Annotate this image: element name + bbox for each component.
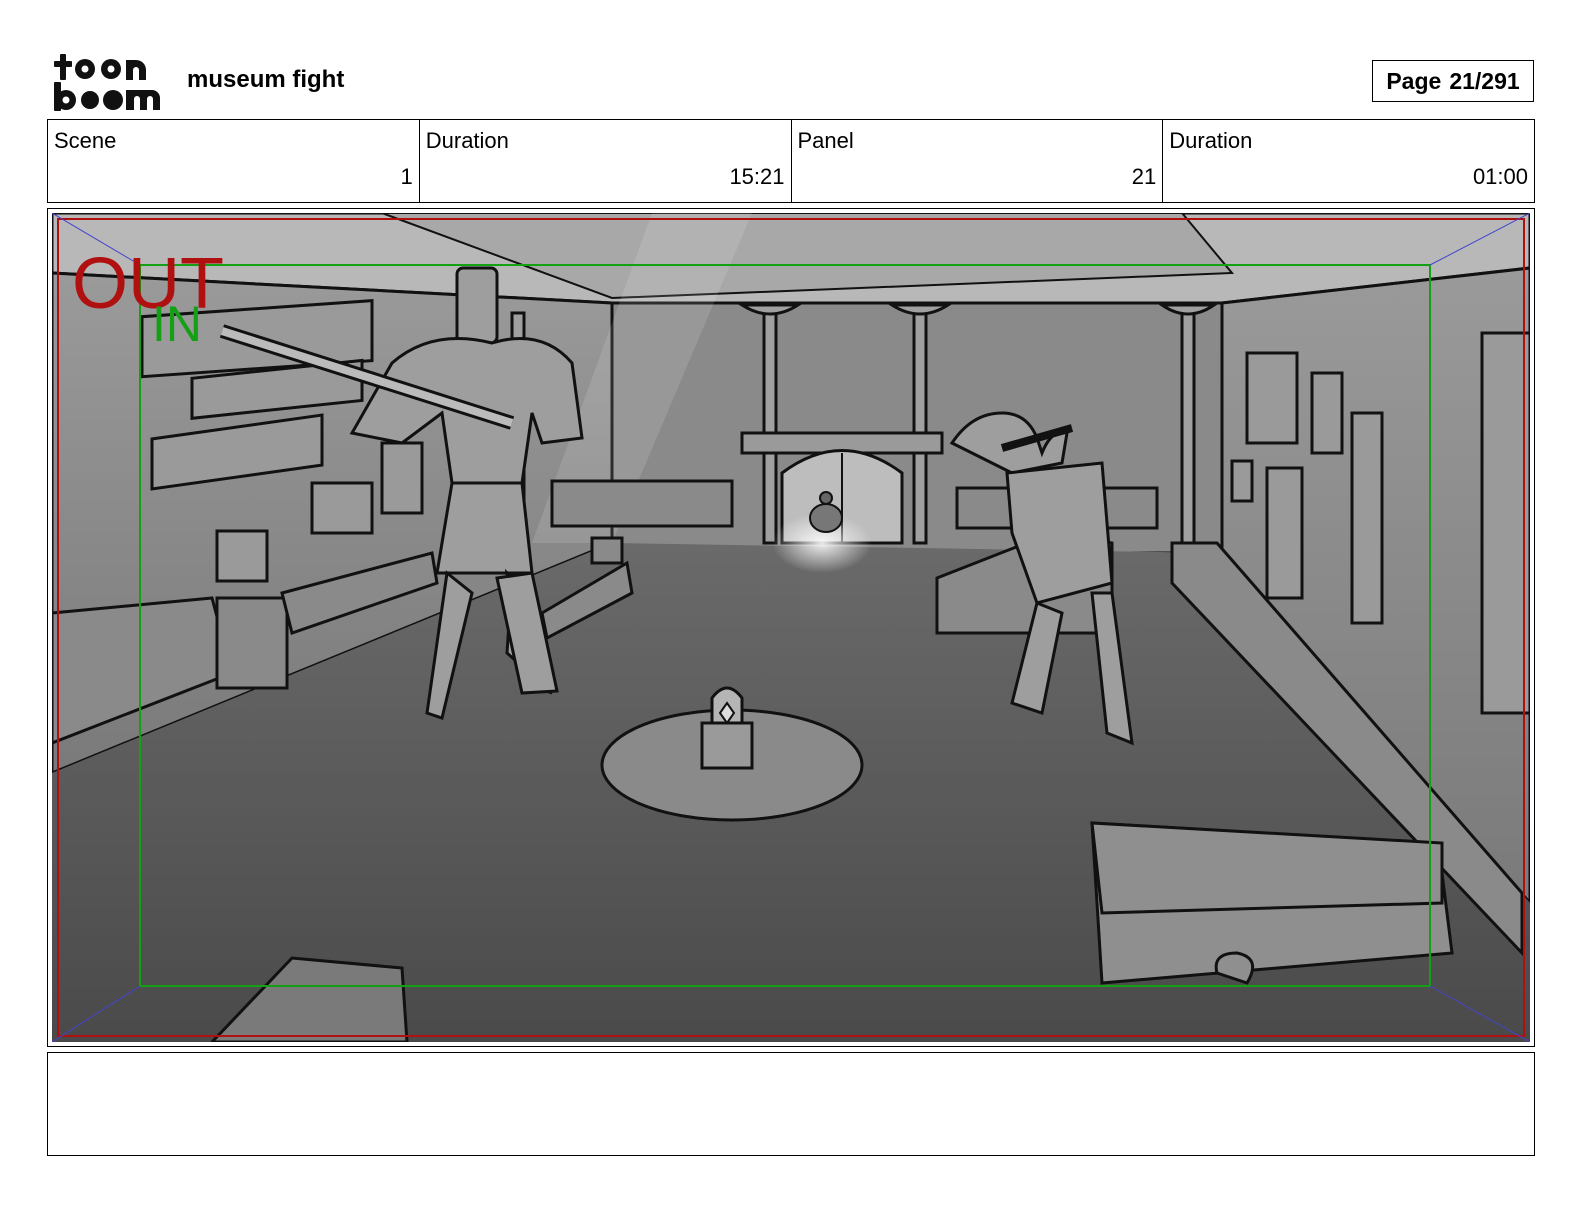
panel-value: 21 [1131, 164, 1157, 189]
scene-cell: Scene 1 [48, 120, 420, 202]
scene-duration-label: Duration [425, 128, 509, 153]
page-label: Page [1386, 67, 1442, 94]
toonboom-logo [54, 54, 160, 111]
panel-caption-box [47, 1052, 1535, 1156]
in-safe-label: IN [152, 296, 202, 352]
scene-value: 1 [400, 164, 413, 189]
page-number: 21/291 [1449, 67, 1520, 94]
panel-duration-label: Duration [1169, 128, 1253, 153]
storyboard-panel: OUT IN [47, 208, 1535, 1047]
panel-label: Panel [797, 128, 854, 153]
scene-duration-value: 15:21 [729, 164, 785, 189]
panel-duration-cell: Duration 01:00 [1163, 120, 1534, 202]
panel-cell: Panel 21 [792, 120, 1164, 202]
panel-sketch: OUT IN [52, 213, 1530, 1042]
scene-label: Scene [54, 128, 117, 153]
page-indicator: Page 21/291 [1372, 60, 1534, 102]
project-title: museum fight [187, 66, 345, 93]
panel-duration-value: 01:00 [1472, 164, 1528, 189]
panel-info-table: Scene 1 Duration 15:21 Panel 21 Duration… [47, 119, 1535, 203]
scene-duration-cell: Duration 15:21 [420, 120, 792, 202]
